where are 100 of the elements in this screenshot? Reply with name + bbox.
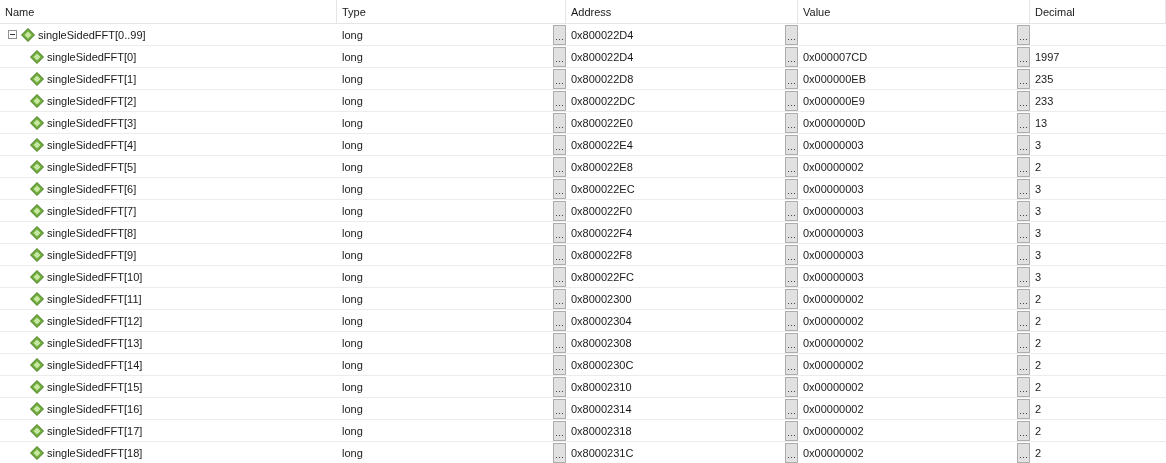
type-text: long xyxy=(342,50,363,63)
browse-button[interactable] xyxy=(1017,310,1030,331)
browse-button[interactable] xyxy=(1017,266,1030,287)
browse-button[interactable] xyxy=(785,398,798,419)
diamond-icon xyxy=(30,291,44,306)
browse-button[interactable] xyxy=(553,90,566,111)
browse-button[interactable] xyxy=(785,46,798,67)
browse-button[interactable] xyxy=(553,420,566,441)
browse-button[interactable] xyxy=(553,244,566,265)
browse-button[interactable] xyxy=(1017,222,1030,243)
variable-name: singleSidedFFT[1] xyxy=(47,72,137,85)
browse-button[interactable] xyxy=(1017,354,1030,375)
browse-button[interactable] xyxy=(1017,398,1030,419)
address-text: 0x80002314 xyxy=(571,402,632,415)
variable-name: singleSidedFFT[3] xyxy=(47,116,137,129)
browse-button[interactable] xyxy=(785,134,798,155)
variable-name: singleSidedFFT[10] xyxy=(47,270,143,283)
value-text: 0x00000002 xyxy=(803,358,864,371)
browse-button[interactable] xyxy=(785,244,798,265)
decimal-text: 2 xyxy=(1035,424,1042,437)
browse-button[interactable] xyxy=(553,288,566,309)
browse-button[interactable] xyxy=(785,310,798,331)
column-header[interactable]: Type xyxy=(337,0,566,24)
browse-button[interactable] xyxy=(785,354,798,375)
browse-button[interactable] xyxy=(1017,134,1030,155)
browse-button[interactable] xyxy=(785,112,798,133)
value-text: 0x00000002 xyxy=(803,446,864,459)
browse-button[interactable] xyxy=(1017,200,1030,221)
browse-button[interactable] xyxy=(553,222,566,243)
decimal-text: 3 xyxy=(1035,270,1042,283)
browse-button[interactable] xyxy=(553,112,566,133)
browse-button[interactable] xyxy=(785,156,798,177)
column-header[interactable]: Address xyxy=(566,0,798,24)
variable-name: singleSidedFFT[8] xyxy=(47,226,137,239)
browse-button[interactable] xyxy=(785,68,798,89)
browse-button[interactable] xyxy=(785,376,798,397)
diamond-icon xyxy=(30,203,44,218)
column-header[interactable]: Name xyxy=(0,0,337,24)
browse-button[interactable] xyxy=(1017,376,1030,397)
type-text: long xyxy=(342,116,363,129)
variable-name: singleSidedFFT[6] xyxy=(47,182,137,195)
browse-button[interactable] xyxy=(1017,90,1030,111)
browse-button[interactable] xyxy=(785,420,798,441)
browse-button[interactable] xyxy=(1017,288,1030,309)
value-text: 0x000000E9 xyxy=(803,94,865,107)
browse-button[interactable] xyxy=(1017,332,1030,353)
browse-button[interactable] xyxy=(1017,156,1030,177)
browse-button[interactable] xyxy=(1017,24,1030,45)
decimal-text: 2 xyxy=(1035,380,1042,393)
browse-button[interactable] xyxy=(553,398,566,419)
browse-button[interactable] xyxy=(785,200,798,221)
browse-button[interactable] xyxy=(553,134,566,155)
diamond-icon xyxy=(30,357,44,372)
type-text: long xyxy=(342,380,363,393)
variable-name: singleSidedFFT[0] xyxy=(47,50,137,63)
browse-button[interactable] xyxy=(785,24,798,45)
diamond-icon xyxy=(30,445,44,460)
browse-button[interactable] xyxy=(785,90,798,111)
browse-button[interactable] xyxy=(1017,442,1030,463)
browse-button[interactable] xyxy=(785,178,798,199)
variable-name: singleSidedFFT[12] xyxy=(47,314,143,327)
browse-button[interactable] xyxy=(553,200,566,221)
browse-button[interactable] xyxy=(1017,244,1030,265)
diamond-icon xyxy=(21,27,35,42)
browse-button[interactable] xyxy=(785,266,798,287)
type-text: long xyxy=(342,336,363,349)
decimal-text: 2 xyxy=(1035,402,1042,415)
browse-button[interactable] xyxy=(553,266,566,287)
browse-button[interactable] xyxy=(1017,178,1030,199)
column-header[interactable]: Value xyxy=(798,0,1030,24)
browse-button[interactable] xyxy=(553,178,566,199)
browse-button[interactable] xyxy=(785,442,798,463)
browse-button[interactable] xyxy=(785,332,798,353)
variable-name: singleSidedFFT[2] xyxy=(47,94,137,107)
value-text: 0x00000002 xyxy=(803,336,864,349)
browse-button[interactable] xyxy=(553,310,566,331)
address-text: 0x800022F0 xyxy=(571,204,633,217)
browse-button[interactable] xyxy=(1017,112,1030,133)
address-text: 0x800022D4 xyxy=(571,50,634,63)
address-text: 0x800022E4 xyxy=(571,138,633,151)
browse-button[interactable] xyxy=(785,288,798,309)
browse-button[interactable] xyxy=(553,24,566,45)
browse-button[interactable] xyxy=(553,354,566,375)
value-text: 0x00000002 xyxy=(803,160,864,173)
browse-button[interactable] xyxy=(553,46,566,67)
address-text: 0x800022D4 xyxy=(571,28,634,41)
variable-name: singleSidedFFT[14] xyxy=(47,358,143,371)
collapse-icon[interactable] xyxy=(8,30,17,39)
browse-button[interactable] xyxy=(1017,46,1030,67)
value-text: 0x000007CD xyxy=(803,50,868,63)
browse-button[interactable] xyxy=(553,376,566,397)
browse-button[interactable] xyxy=(1017,68,1030,89)
browse-button[interactable] xyxy=(553,332,566,353)
browse-button[interactable] xyxy=(553,156,566,177)
browse-button[interactable] xyxy=(1017,420,1030,441)
type-text: long xyxy=(342,402,363,415)
browse-button[interactable] xyxy=(553,442,566,463)
browse-button[interactable] xyxy=(785,222,798,243)
column-header[interactable]: Decimal xyxy=(1030,0,1166,24)
browse-button[interactable] xyxy=(553,68,566,89)
